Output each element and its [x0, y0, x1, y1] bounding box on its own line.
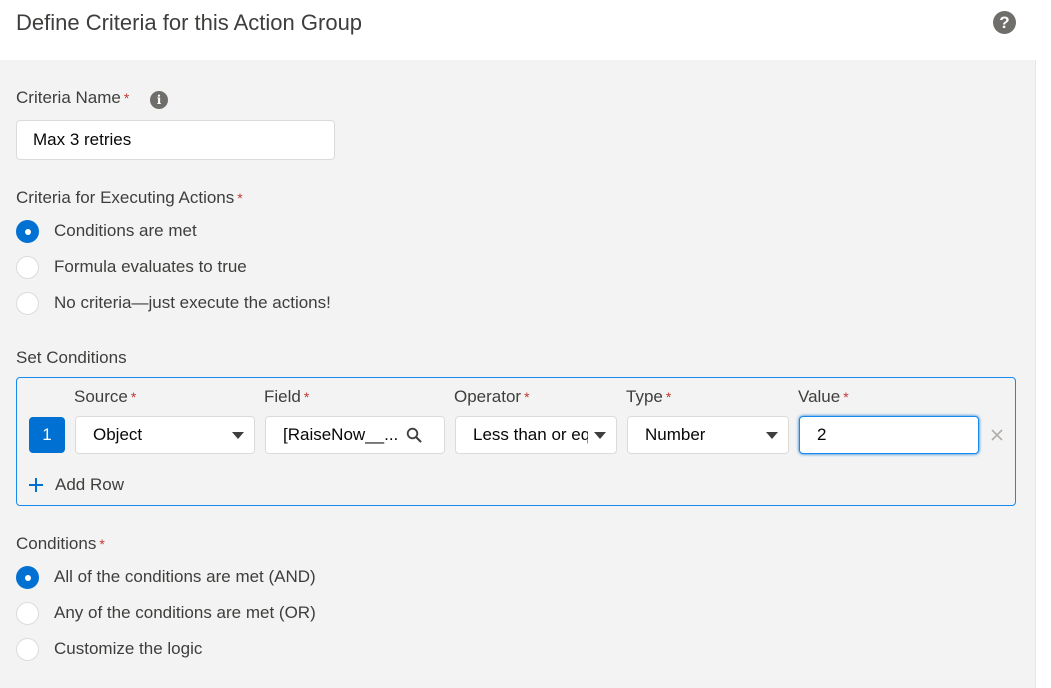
modal-header: Define Criteria for this Action Group ? [0, 0, 1051, 60]
value-input[interactable]: 2 [799, 416, 979, 454]
radio-button[interactable] [16, 219, 39, 243]
criteria-name-label-text: Criteria Name [16, 88, 121, 107]
info-icon[interactable]: i [150, 91, 168, 109]
radio-label: Any of the conditions are met (OR) [54, 603, 316, 622]
radio-all-conditions[interactable]: All of the conditions are met (AND) [16, 565, 316, 589]
chevron-down-icon [766, 432, 778, 439]
radio-button[interactable] [16, 255, 39, 279]
search-icon[interactable] [406, 427, 422, 443]
required-marker: * [303, 389, 310, 405]
type-select-value: Number [645, 425, 706, 444]
operator-column-label: Operator * [454, 387, 530, 407]
radio-label: Formula evaluates to true [54, 257, 247, 276]
radio-button[interactable] [16, 601, 39, 625]
value-column-label: Value * [798, 387, 849, 407]
conditions-label-text: Conditions [16, 534, 97, 553]
required-marker: * [843, 389, 849, 405]
radio-label: Conditions are met [54, 221, 197, 240]
chevron-down-icon [232, 432, 244, 439]
plus-icon [29, 478, 43, 492]
condition-rows-container: Source * Field * Operator * Type * Value * 1 … [16, 377, 1016, 506]
type-column-label-text: Type [626, 387, 663, 406]
field-column-label: Field * [264, 387, 309, 407]
chevron-down-icon [594, 432, 606, 439]
type-column-label: Type * [626, 387, 671, 407]
scrollbar[interactable] [1035, 60, 1051, 688]
value-column-label-text: Value [798, 387, 841, 406]
radio-no-criteria[interactable]: No criteria—just execute the actions! [16, 291, 331, 315]
operator-column-label-text: Operator [454, 387, 522, 406]
required-marker: * [123, 90, 130, 106]
criteria-name-label: Criteria Name * [16, 88, 129, 108]
required-marker: * [99, 536, 105, 552]
executing-criteria-label: Criteria for Executing Actions * [16, 188, 243, 208]
source-select[interactable]: Object [75, 416, 255, 454]
required-marker: * [524, 389, 530, 405]
operator-select-value: Less than or equ [473, 425, 588, 444]
page-title: Define Criteria for this Action Group [16, 10, 363, 35]
value-input-value: 2 [817, 425, 827, 444]
conditions-label: Conditions * [16, 534, 105, 554]
radio-label: Customize the logic [54, 639, 203, 658]
radio-button[interactable] [16, 565, 39, 589]
radio-button[interactable] [16, 291, 39, 315]
type-select[interactable]: Number [627, 416, 789, 454]
add-row-button[interactable]: Add Row [27, 475, 124, 495]
source-column-label-text: Source [74, 387, 128, 406]
set-conditions-label: Set Conditions [16, 348, 127, 367]
source-select-value: Object [93, 425, 143, 444]
close-icon[interactable] [989, 427, 1005, 443]
field-lookup-input[interactable]: [RaiseNow__... [265, 416, 445, 454]
radio-customize-logic[interactable]: Customize the logic [16, 637, 202, 661]
radio-any-conditions[interactable]: Any of the conditions are met (OR) [16, 601, 316, 625]
source-column-label: Source * [74, 387, 136, 407]
executing-criteria-label-text: Criteria for Executing Actions [16, 188, 235, 207]
question-circle-icon[interactable]: ? [993, 11, 1016, 34]
criteria-name-input[interactable]: Max 3 retries [16, 120, 335, 160]
radio-label: No criteria—just execute the actions! [54, 293, 331, 312]
row-number-badge: 1 [29, 417, 65, 453]
operator-select[interactable]: Less than or equ [455, 416, 617, 454]
criteria-name-value: Max 3 retries [33, 130, 132, 149]
required-marker: * [237, 190, 243, 206]
radio-button[interactable] [16, 637, 39, 661]
radio-formula-true[interactable]: Formula evaluates to true [16, 255, 247, 279]
add-row-label: Add Row [55, 475, 124, 494]
required-marker: * [665, 389, 672, 405]
field-lookup-value: [RaiseNow__... [283, 425, 399, 444]
required-marker: * [130, 389, 137, 405]
radio-conditions-met[interactable]: Conditions are met [16, 219, 197, 243]
field-column-label-text: Field [264, 387, 301, 406]
radio-label: All of the conditions are met (AND) [54, 567, 316, 586]
